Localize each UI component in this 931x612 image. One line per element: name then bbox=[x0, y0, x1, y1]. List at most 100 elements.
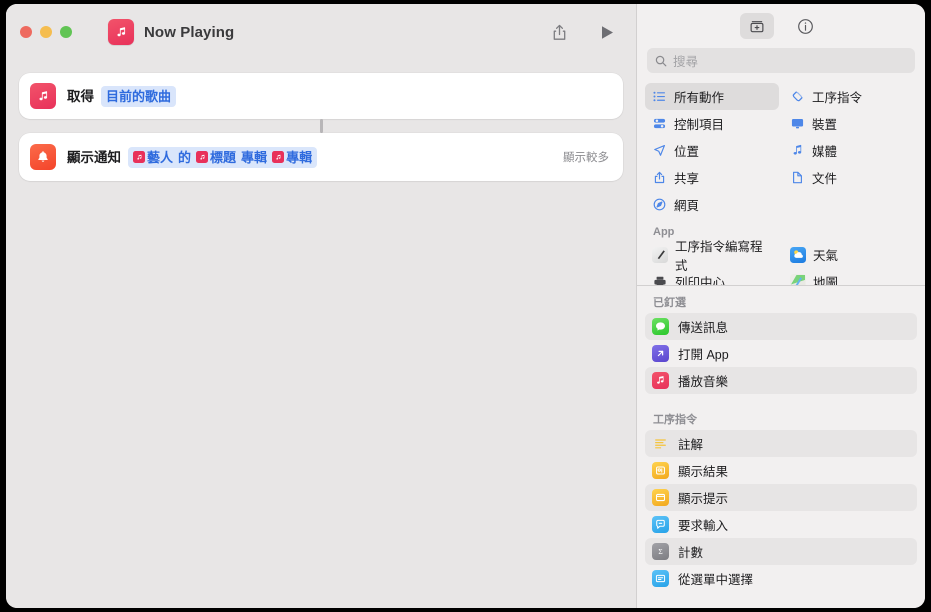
choose-menu-icon bbox=[652, 569, 669, 587]
category-media[interactable]: 媒體 bbox=[783, 137, 917, 164]
shortcut-editor-pane: Now Playing 取得 目前的歌曲 顯示通知 藝人 的 標題 專輯 專輯 … bbox=[6, 4, 636, 608]
maps-icon bbox=[790, 273, 806, 285]
category-label: 文件 bbox=[812, 172, 838, 186]
token-text: 標題 bbox=[210, 149, 237, 165]
sliders-icon bbox=[652, 117, 667, 130]
category-devices[interactable]: 裝置 bbox=[783, 110, 917, 137]
list-item-label: 傳送訊息 bbox=[678, 320, 729, 335]
music-note-icon bbox=[133, 151, 145, 163]
token-plain-de: 的 bbox=[178, 149, 192, 165]
shortcut-canvas: 取得 目前的歌曲 顯示通知 藝人 的 標題 專輯 專輯 顯示較多 bbox=[6, 60, 636, 608]
action-connector bbox=[319, 119, 323, 133]
add-action-icon[interactable] bbox=[740, 13, 774, 39]
open-app-icon bbox=[652, 344, 669, 362]
list-item-play-music[interactable]: 播放音樂 bbox=[645, 366, 917, 394]
parameter-token-strip[interactable]: 藝人 的 標題 專輯 專輯 bbox=[128, 146, 318, 168]
app-item-print-center[interactable]: 列印中心 bbox=[645, 268, 779, 285]
token-text: 專輯 bbox=[286, 149, 313, 165]
list-item-label: 註解 bbox=[678, 437, 704, 452]
category-sharing[interactable]: 共享 bbox=[645, 164, 779, 191]
action-verb: 取得 bbox=[67, 88, 94, 104]
count-icon: Σ bbox=[652, 542, 669, 560]
category-location[interactable]: 位置 bbox=[645, 137, 779, 164]
music-note-icon bbox=[30, 83, 56, 109]
pinned-section-header: 已釘選 bbox=[653, 296, 686, 309]
action-card-show-notification[interactable]: 顯示通知 藝人 的 標題 專輯 專輯 顯示較多 bbox=[19, 133, 623, 181]
action-label: 取得 目前的歌曲 bbox=[67, 85, 177, 107]
weather-icon bbox=[790, 246, 806, 263]
list-item-choose-from-menu[interactable]: 從選單中選擇 bbox=[645, 565, 917, 592]
minimize-button[interactable] bbox=[40, 26, 52, 38]
bell-icon bbox=[30, 144, 56, 170]
category-label: 工序指令 bbox=[812, 91, 863, 105]
action-library-sidebar: 搜尋 所有動作 工序指令 控制項目 裝置 位置 媒體 共享 文件 網頁 App … bbox=[636, 4, 925, 608]
play-icon[interactable] bbox=[594, 19, 620, 45]
magic-variable-artist[interactable]: 藝人 bbox=[133, 148, 173, 167]
search-input[interactable]: 搜尋 bbox=[647, 48, 915, 73]
category-pane: 所有動作 工序指令 控制項目 裝置 位置 媒體 共享 文件 網頁 App 工序指… bbox=[637, 83, 925, 285]
category-web[interactable]: 網頁 bbox=[645, 191, 779, 218]
action-list-pane: 已釘選 傳送訊息 打開 App 播放音樂 工序指令 註解 顯示結果 顯示提示 要… bbox=[637, 286, 925, 609]
show-more-button[interactable]: 顯示較多 bbox=[553, 149, 609, 165]
magic-variable-album[interactable]: 專輯 bbox=[272, 148, 312, 167]
list-item-label: 計數 bbox=[678, 545, 704, 560]
list-icon bbox=[652, 90, 667, 103]
music-icon bbox=[790, 144, 805, 157]
close-button[interactable] bbox=[20, 26, 32, 38]
list-item-comment[interactable]: 註解 bbox=[645, 429, 917, 457]
parameter-token-current-song[interactable]: 目前的歌曲 bbox=[101, 85, 177, 107]
list-item-open-app[interactable]: 打開 App bbox=[645, 340, 917, 367]
category-label: 位置 bbox=[674, 145, 700, 159]
app-label: 列印中心 bbox=[675, 276, 726, 285]
shortcut-app-icon bbox=[108, 19, 134, 45]
category-documents[interactable]: 文件 bbox=[783, 164, 917, 191]
action-verb: 顯示通知 bbox=[67, 149, 121, 165]
ask-input-icon bbox=[652, 515, 669, 533]
shortcut-title[interactable]: Now Playing bbox=[144, 24, 234, 41]
token-text: 藝人 bbox=[147, 149, 174, 165]
info-icon[interactable] bbox=[788, 13, 822, 39]
list-item-label: 從選單中選擇 bbox=[678, 572, 754, 587]
list-item-ask-for-input[interactable]: 要求輸入 bbox=[645, 511, 917, 538]
share-icon[interactable] bbox=[546, 19, 572, 45]
comment-icon bbox=[652, 435, 669, 452]
category-label: 共享 bbox=[674, 172, 700, 186]
token-plain-album: 專輯 bbox=[241, 149, 268, 165]
list-item-show-result[interactable]: 顯示結果 bbox=[645, 457, 917, 484]
category-all-actions[interactable]: 所有動作 bbox=[645, 83, 779, 110]
maximize-button[interactable] bbox=[60, 26, 72, 38]
music-note-icon bbox=[196, 151, 209, 163]
location-icon bbox=[652, 144, 667, 157]
search-icon bbox=[655, 55, 667, 66]
svg-text:Σ: Σ bbox=[658, 547, 662, 556]
list-item-show-alert[interactable]: 顯示提示 bbox=[645, 483, 917, 511]
app-item-weather[interactable]: 天氣 bbox=[783, 241, 917, 268]
list-item-label: 顯示結果 bbox=[678, 464, 729, 479]
list-item-label: 要求輸入 bbox=[678, 518, 729, 533]
app-label: 地圖 bbox=[813, 276, 839, 285]
app-item-maps[interactable]: 地圖 bbox=[783, 268, 917, 285]
app-label: 天氣 bbox=[813, 249, 839, 263]
list-item-label: 打開 App bbox=[678, 347, 729, 362]
search-container: 搜尋 bbox=[637, 48, 925, 83]
list-item-label: 播放音樂 bbox=[678, 374, 729, 389]
app-item-script-editor[interactable]: 工序指令編寫程式 bbox=[645, 240, 779, 273]
music-note-icon bbox=[652, 371, 669, 389]
category-grid: 所有動作 工序指令 控制項目 裝置 位置 媒體 共享 文件 網頁 bbox=[645, 83, 917, 218]
printer-icon bbox=[652, 274, 668, 285]
action-card-get-current-song[interactable]: 取得 目前的歌曲 bbox=[19, 73, 623, 119]
list-item-send-message[interactable]: 傳送訊息 bbox=[645, 312, 917, 340]
document-icon bbox=[790, 171, 805, 184]
shortcuts-window: Now Playing 取得 目前的歌曲 顯示通知 藝人 的 標題 專輯 專輯 … bbox=[6, 4, 925, 608]
category-label: 裝置 bbox=[812, 118, 838, 132]
list-item-label: 顯示提示 bbox=[678, 491, 729, 506]
traffic-lights bbox=[20, 26, 72, 38]
show-result-icon bbox=[652, 461, 669, 479]
category-label: 媒體 bbox=[812, 145, 838, 159]
category-shortcuts[interactable]: 工序指令 bbox=[783, 83, 917, 110]
app-list: 工序指令編寫程式 天氣 列印中心 地圖 bbox=[645, 240, 917, 285]
list-item-count[interactable]: Σ 計數 bbox=[645, 537, 917, 565]
magic-variable-title[interactable]: 標題 bbox=[196, 148, 236, 167]
messages-icon bbox=[652, 317, 669, 335]
category-controls[interactable]: 控制項目 bbox=[645, 110, 779, 137]
